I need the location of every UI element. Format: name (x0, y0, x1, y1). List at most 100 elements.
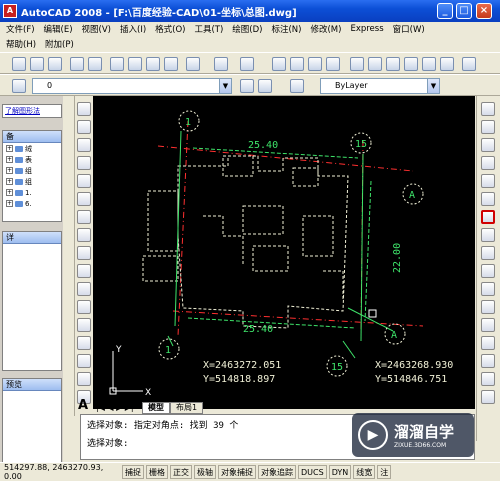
calculator-icon[interactable] (440, 57, 454, 71)
offset-icon[interactable] (481, 156, 495, 170)
ellipse-arc-icon[interactable] (77, 282, 91, 296)
zoom-window-icon[interactable] (308, 57, 322, 71)
menu-item-help[interactable]: 帮助(H) (6, 38, 36, 50)
preview-icon[interactable] (88, 57, 102, 71)
menu-item-addons[interactable]: 附加(P) (45, 38, 74, 50)
chamfer-icon[interactable] (481, 354, 495, 368)
spline-icon[interactable] (77, 246, 91, 260)
hatch-icon[interactable] (77, 354, 91, 368)
array-icon[interactable] (481, 174, 495, 188)
multiline-text-icon[interactable]: A (78, 398, 88, 413)
menu-item-express[interactable]: Express (350, 24, 383, 34)
move-icon[interactable] (481, 192, 495, 206)
snap-toggle[interactable]: 捕捉 (122, 465, 144, 479)
rectangle-icon[interactable] (77, 174, 91, 188)
learn-link[interactable]: 了解图形法 (2, 104, 62, 118)
markup-icon[interactable] (422, 57, 436, 71)
construction-line-icon[interactable] (77, 120, 91, 134)
annotation-toggle[interactable]: 注 (377, 465, 392, 479)
menu-item-modify[interactable]: 修改(M) (310, 23, 341, 35)
circle-icon[interactable] (77, 210, 91, 224)
gradient-icon[interactable] (77, 372, 91, 386)
copy-icon[interactable] (128, 57, 142, 71)
fillet-icon[interactable] (481, 372, 495, 386)
print-icon[interactable] (70, 57, 84, 71)
lineweight-toggle[interactable]: 线宽 (353, 465, 376, 479)
block-editor-icon[interactable] (186, 57, 200, 71)
erase-icon[interactable] (481, 102, 495, 116)
open-icon[interactable] (30, 57, 44, 71)
ellipse-icon[interactable] (77, 264, 91, 278)
pan-icon[interactable] (272, 57, 286, 71)
menu-item-edit[interactable]: 编辑(E) (44, 23, 73, 35)
design-center-icon[interactable] (368, 57, 382, 71)
menu-item-insert[interactable]: 插入(I) (120, 23, 146, 35)
menu-item-dimension[interactable]: 标注(N) (271, 23, 301, 35)
point-icon[interactable] (77, 336, 91, 350)
insert-block-icon[interactable] (77, 300, 91, 314)
maximize-button[interactable]: □ (456, 3, 472, 19)
break-at-point-icon[interactable] (481, 300, 495, 314)
make-block-icon[interactable] (77, 318, 91, 332)
dyn-toggle[interactable]: DYN (328, 465, 352, 479)
menu-item-view[interactable]: 视图(V) (82, 23, 111, 35)
tree-row[interactable]: + 组 (3, 165, 61, 176)
chevron-down-icon[interactable]: ▼ (427, 79, 439, 93)
tree-row[interactable]: + 组 (3, 176, 61, 187)
ducs-toggle[interactable]: DUCS (298, 465, 327, 479)
polar-toggle[interactable]: 极轴 (194, 465, 216, 479)
drawing-canvas[interactable]: 1 15 A 1 15 A 25.40 22.00 25.40 X=246327… (93, 96, 475, 409)
layer-previous-icon[interactable] (258, 79, 272, 93)
line-icon[interactable] (77, 102, 91, 116)
stretch-icon[interactable] (481, 246, 495, 260)
menu-item-file[interactable]: 文件(F) (6, 23, 35, 35)
tool-palettes-icon[interactable] (386, 57, 400, 71)
menu-item-tools[interactable]: 工具(T) (194, 23, 223, 35)
otrack-toggle[interactable]: 对象追踪 (258, 465, 296, 479)
explode-icon[interactable] (481, 390, 495, 404)
break-icon[interactable] (481, 318, 495, 332)
linetype-combo[interactable]: ByLayer ▼ (320, 78, 440, 94)
make-current-icon[interactable] (240, 79, 254, 93)
layer-manager-icon[interactable] (12, 79, 26, 93)
sheet-set-icon[interactable] (404, 57, 418, 71)
mirror-icon[interactable] (481, 138, 495, 152)
new-icon[interactable] (12, 57, 26, 71)
color-control-icon[interactable] (290, 79, 304, 93)
tree-row[interactable]: +6. (3, 198, 61, 209)
polyline-icon[interactable] (77, 138, 91, 152)
zoom-previous-icon[interactable] (326, 57, 340, 71)
minimize-button[interactable]: _ (437, 3, 453, 19)
ortho-toggle[interactable]: 正交 (170, 465, 192, 479)
tree-row[interactable]: + 表 (3, 154, 61, 165)
tree-row[interactable]: + 绒 (3, 143, 61, 154)
join-icon[interactable] (481, 336, 495, 350)
tree-row[interactable]: +1. (3, 187, 61, 198)
match-properties-icon[interactable] (164, 57, 178, 71)
undo-icon[interactable] (214, 57, 228, 71)
tab-model[interactable]: 模型 (142, 402, 170, 414)
tab-layout1[interactable]: 布局1 (170, 402, 204, 414)
menu-item-window[interactable]: 窗口(W) (393, 23, 425, 35)
save-icon[interactable] (48, 57, 62, 71)
menu-item-format[interactable]: 格式(O) (155, 23, 185, 35)
menu-item-draw[interactable]: 绘图(D) (232, 23, 262, 35)
paste-icon[interactable] (146, 57, 160, 71)
polygon-icon[interactable] (77, 156, 91, 170)
close-button[interactable]: × (476, 3, 492, 19)
arc-icon[interactable] (77, 192, 91, 206)
rotate-icon[interactable] (481, 210, 495, 224)
osnap-toggle[interactable]: 对象捕捉 (218, 465, 256, 479)
scale-icon[interactable] (481, 228, 495, 242)
layer-combo[interactable]: 0 ▼ (32, 78, 232, 94)
zoom-realtime-icon[interactable] (290, 57, 304, 71)
copy-object-icon[interactable] (481, 120, 495, 134)
help-icon[interactable] (462, 57, 476, 71)
cut-icon[interactable] (110, 57, 124, 71)
trim-icon[interactable] (481, 264, 495, 278)
extend-icon[interactable] (481, 282, 495, 296)
tab-nav-arrows[interactable]: |◀ ◀ ▶ ▶| (96, 402, 146, 414)
properties-icon[interactable] (350, 57, 364, 71)
redo-icon[interactable] (240, 57, 254, 71)
grid-toggle[interactable]: 栅格 (146, 465, 168, 479)
